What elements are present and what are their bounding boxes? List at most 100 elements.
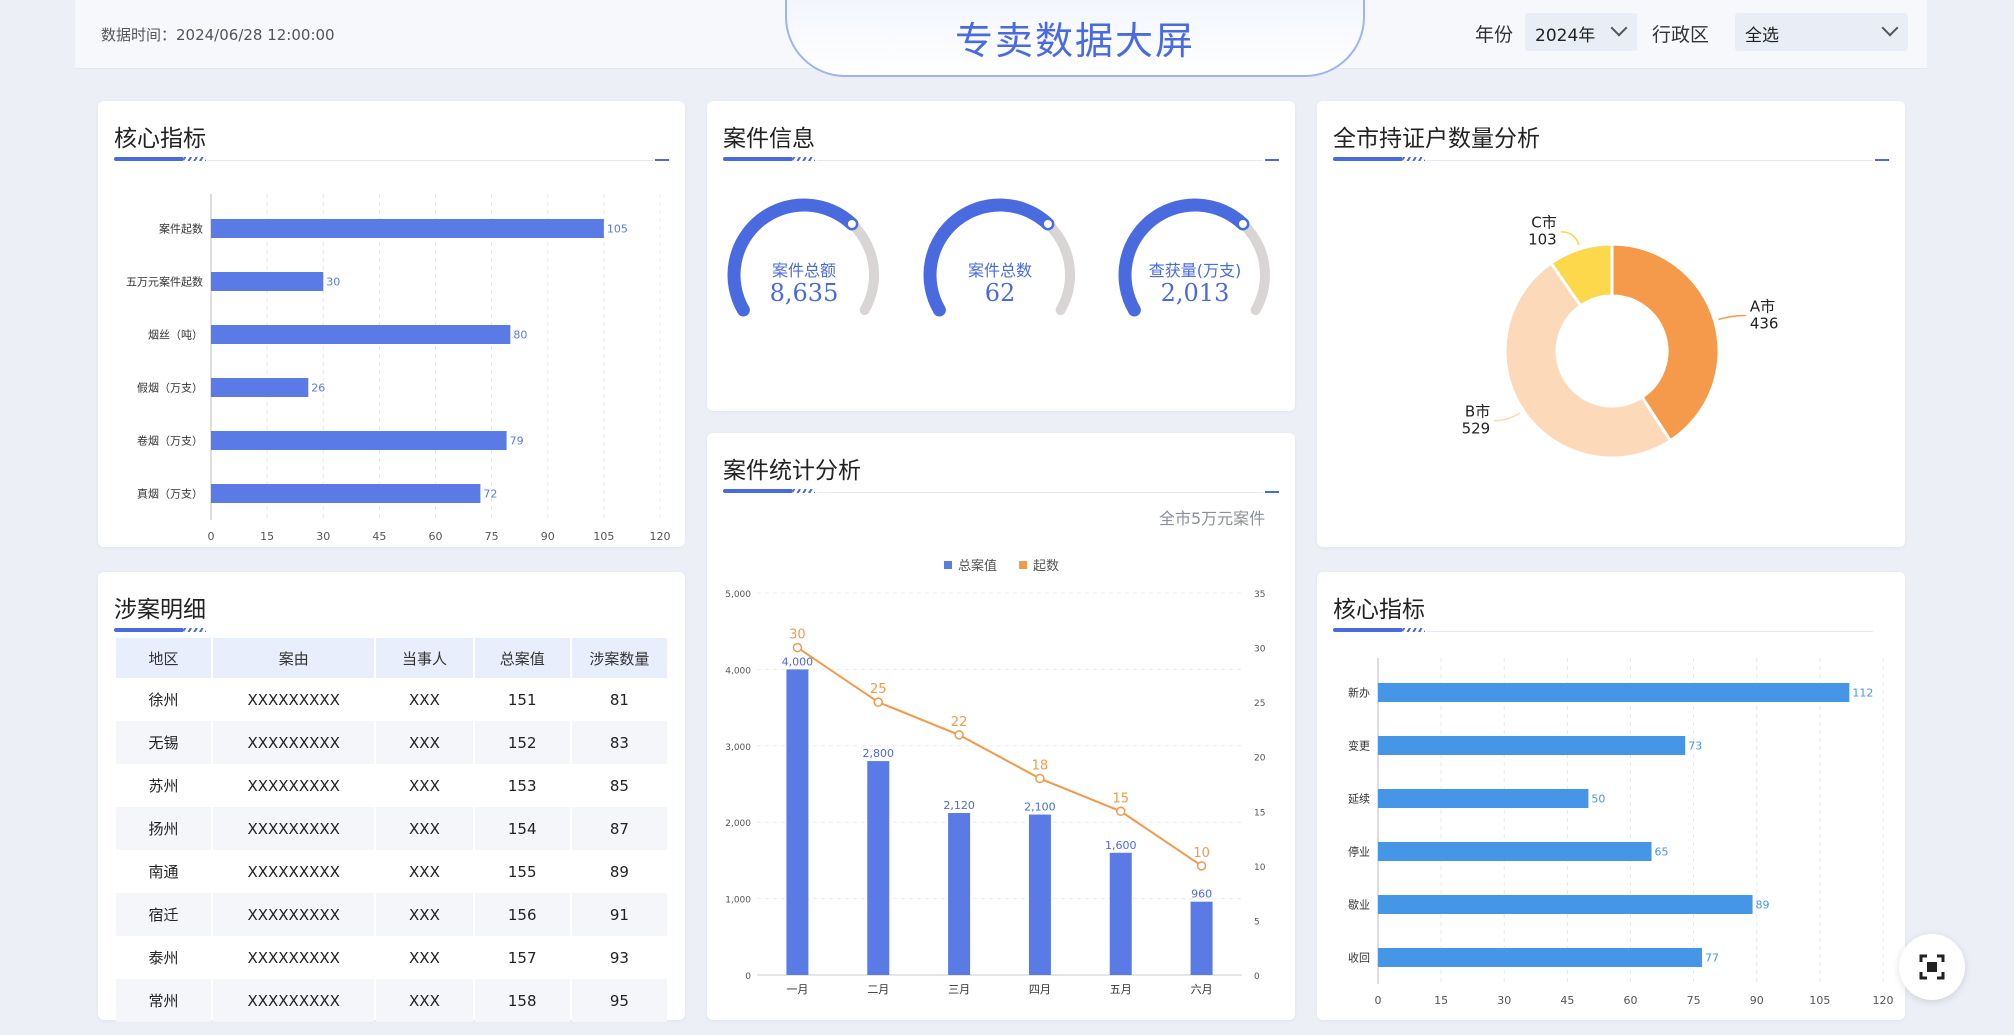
y-right-tick-label: 30 xyxy=(1254,645,1266,655)
x-tick-label: 90 xyxy=(541,530,555,543)
table-cell: 徐州 xyxy=(116,678,212,721)
bar xyxy=(1378,736,1686,755)
table-cell: XXXXXXXXX xyxy=(213,893,375,936)
table-cell: 152 xyxy=(474,721,570,764)
y-right-tick-label: 0 xyxy=(1254,972,1260,982)
y-tick-label: 变更 xyxy=(1348,739,1370,753)
y-right-tick-label: 35 xyxy=(1254,590,1265,600)
bar xyxy=(1190,901,1213,975)
donut-label: B市 xyxy=(1465,403,1490,421)
x-tick-label: 四月 xyxy=(1029,983,1051,996)
year-label: 年份 xyxy=(1475,24,1514,46)
table-cell: 常州 xyxy=(116,979,212,1022)
table-cell: 93 xyxy=(571,936,667,979)
donut-value-label: 529 xyxy=(1462,420,1491,438)
y-left-tick-label: 2,000 xyxy=(725,819,751,829)
column-header-cause: 案由 xyxy=(213,638,375,678)
divider xyxy=(1427,160,1873,161)
core-indicators-chart: 0 15 30 45 60 75 90 105 120 案件起数 105 五万元案件起数 30 烟丝（吨）… xyxy=(126,194,671,543)
x-tick-label: 15 xyxy=(260,530,274,543)
table-row: 扬州 XXXXXXXXX XXX 154 87 xyxy=(116,807,667,850)
column-header-total-value: 总案值 xyxy=(474,638,570,678)
x-tick-label: 105 xyxy=(593,530,614,543)
y-left-tick-label: 0 xyxy=(745,972,751,982)
donut-value-label: 103 xyxy=(1528,231,1557,249)
line-series-count xyxy=(796,646,1203,867)
line-point xyxy=(954,730,964,740)
y-right-tick-label: 20 xyxy=(1254,754,1266,764)
y-tick-label: 案件起数 xyxy=(159,222,203,236)
year-select[interactable]: 2024年 xyxy=(1525,13,1637,51)
y-right-tick-label: 25 xyxy=(1254,699,1265,709)
gauge-knob xyxy=(1041,217,1054,230)
region-label: 行政区 xyxy=(1652,24,1710,46)
data-label: 26 xyxy=(311,382,325,395)
bar xyxy=(1378,948,1703,967)
panel-title: 核心指标 xyxy=(1333,597,1425,623)
x-tick-label: 二月 xyxy=(867,983,889,996)
x-tick-label: 60 xyxy=(1624,994,1638,1007)
table-cell: 宿迁 xyxy=(116,893,212,936)
gauge-knob xyxy=(1236,217,1249,230)
y-tick-label: 歇业 xyxy=(1348,899,1370,912)
table-cell: XXX xyxy=(376,764,473,807)
fullscreen-icon xyxy=(1919,954,1945,980)
bar xyxy=(211,272,324,291)
panel-title: 核心指标 xyxy=(114,126,206,152)
x-tick-label: 六月 xyxy=(1191,983,1213,996)
table-cell: XXX xyxy=(376,721,473,764)
y-tick-label: 延续 xyxy=(1348,792,1370,806)
bar-data-label: 2,800 xyxy=(863,747,895,760)
line-point xyxy=(1035,773,1045,784)
panel-title: 案件统计分析 xyxy=(723,458,861,484)
table-cell: XXX xyxy=(376,807,473,850)
panel-case-statistics: 案件统计分析 全市5万元案件 总案值 起数 0 1,000 2,000 3,000 4,00… xyxy=(707,433,1295,1020)
x-tick-label: 45 xyxy=(372,530,386,543)
table-cell: 苏州 xyxy=(116,764,212,807)
line-data-label: 10 xyxy=(1193,846,1210,861)
table-cell: 89 xyxy=(571,850,667,893)
fullscreen-button[interactable] xyxy=(1899,934,1965,1000)
table-cell: 泰州 xyxy=(116,936,212,979)
data-label: 50 xyxy=(1591,793,1605,806)
y-left-tick-label: 3,000 xyxy=(725,743,751,753)
bar xyxy=(1378,895,1753,914)
x-tick-label: 0 xyxy=(208,530,215,543)
x-tick-label: 一月 xyxy=(786,983,808,996)
panel-title: 涉案明细 xyxy=(114,597,206,623)
y-tick-label: 五万元案件起数 xyxy=(126,275,203,289)
data-time: 数据时间：2024/06/28 12:00:00 xyxy=(101,26,335,44)
data-label: 73 xyxy=(1688,740,1702,753)
bar xyxy=(1028,814,1051,975)
divider-mark xyxy=(1875,159,1889,161)
gauge-label-seized: 查获量(万支) xyxy=(1148,261,1242,280)
y-left-tick-label: 1,000 xyxy=(725,896,751,906)
table-row: 常州 XXXXXXXXX XXX 158 95 xyxy=(116,979,667,1022)
table-cell: 155 xyxy=(474,850,570,893)
y-right-tick-label: 15 xyxy=(1254,808,1265,818)
panel-core-indicators-2: 核心指标 0 15 30 45 60 75 90 105 120 新办 112 变更 73 延续 50 停业 6… xyxy=(1317,572,1905,1020)
region-select[interactable]: 全选 xyxy=(1735,13,1908,51)
x-tick-label: 15 xyxy=(1434,994,1448,1007)
case-stats-note: 全市5万元案件 xyxy=(1159,509,1266,528)
x-tick-label: 75 xyxy=(485,530,499,543)
bar xyxy=(211,325,511,344)
table-cell: 85 xyxy=(571,764,667,807)
table-cell: XXXXXXXXX xyxy=(213,936,375,979)
table-cell: 81 xyxy=(571,678,667,721)
table-cell: 南通 xyxy=(116,850,212,893)
column-header-quantity: 涉案数量 xyxy=(571,638,667,678)
data-label: 72 xyxy=(483,488,497,501)
line-point xyxy=(873,697,883,707)
table-cell: XXXXXXXXX xyxy=(213,678,375,721)
table-cell: 无锡 xyxy=(116,721,212,764)
bar-data-label: 960 xyxy=(1191,888,1212,901)
table-row: 徐州 XXXXXXXXX XXX 151 81 xyxy=(116,678,667,721)
table-cell: XXXXXXXXX xyxy=(213,721,375,764)
donut-leader-line xyxy=(1560,230,1580,246)
donut-label: A市 xyxy=(1750,297,1775,315)
gauge-knob xyxy=(845,217,858,230)
table-row: 南通 XXXXXXXXX XXX 155 89 xyxy=(116,850,667,893)
title-banner: 专卖数据大屏 xyxy=(785,0,1365,77)
panel-title: 案件信息 xyxy=(723,126,815,152)
